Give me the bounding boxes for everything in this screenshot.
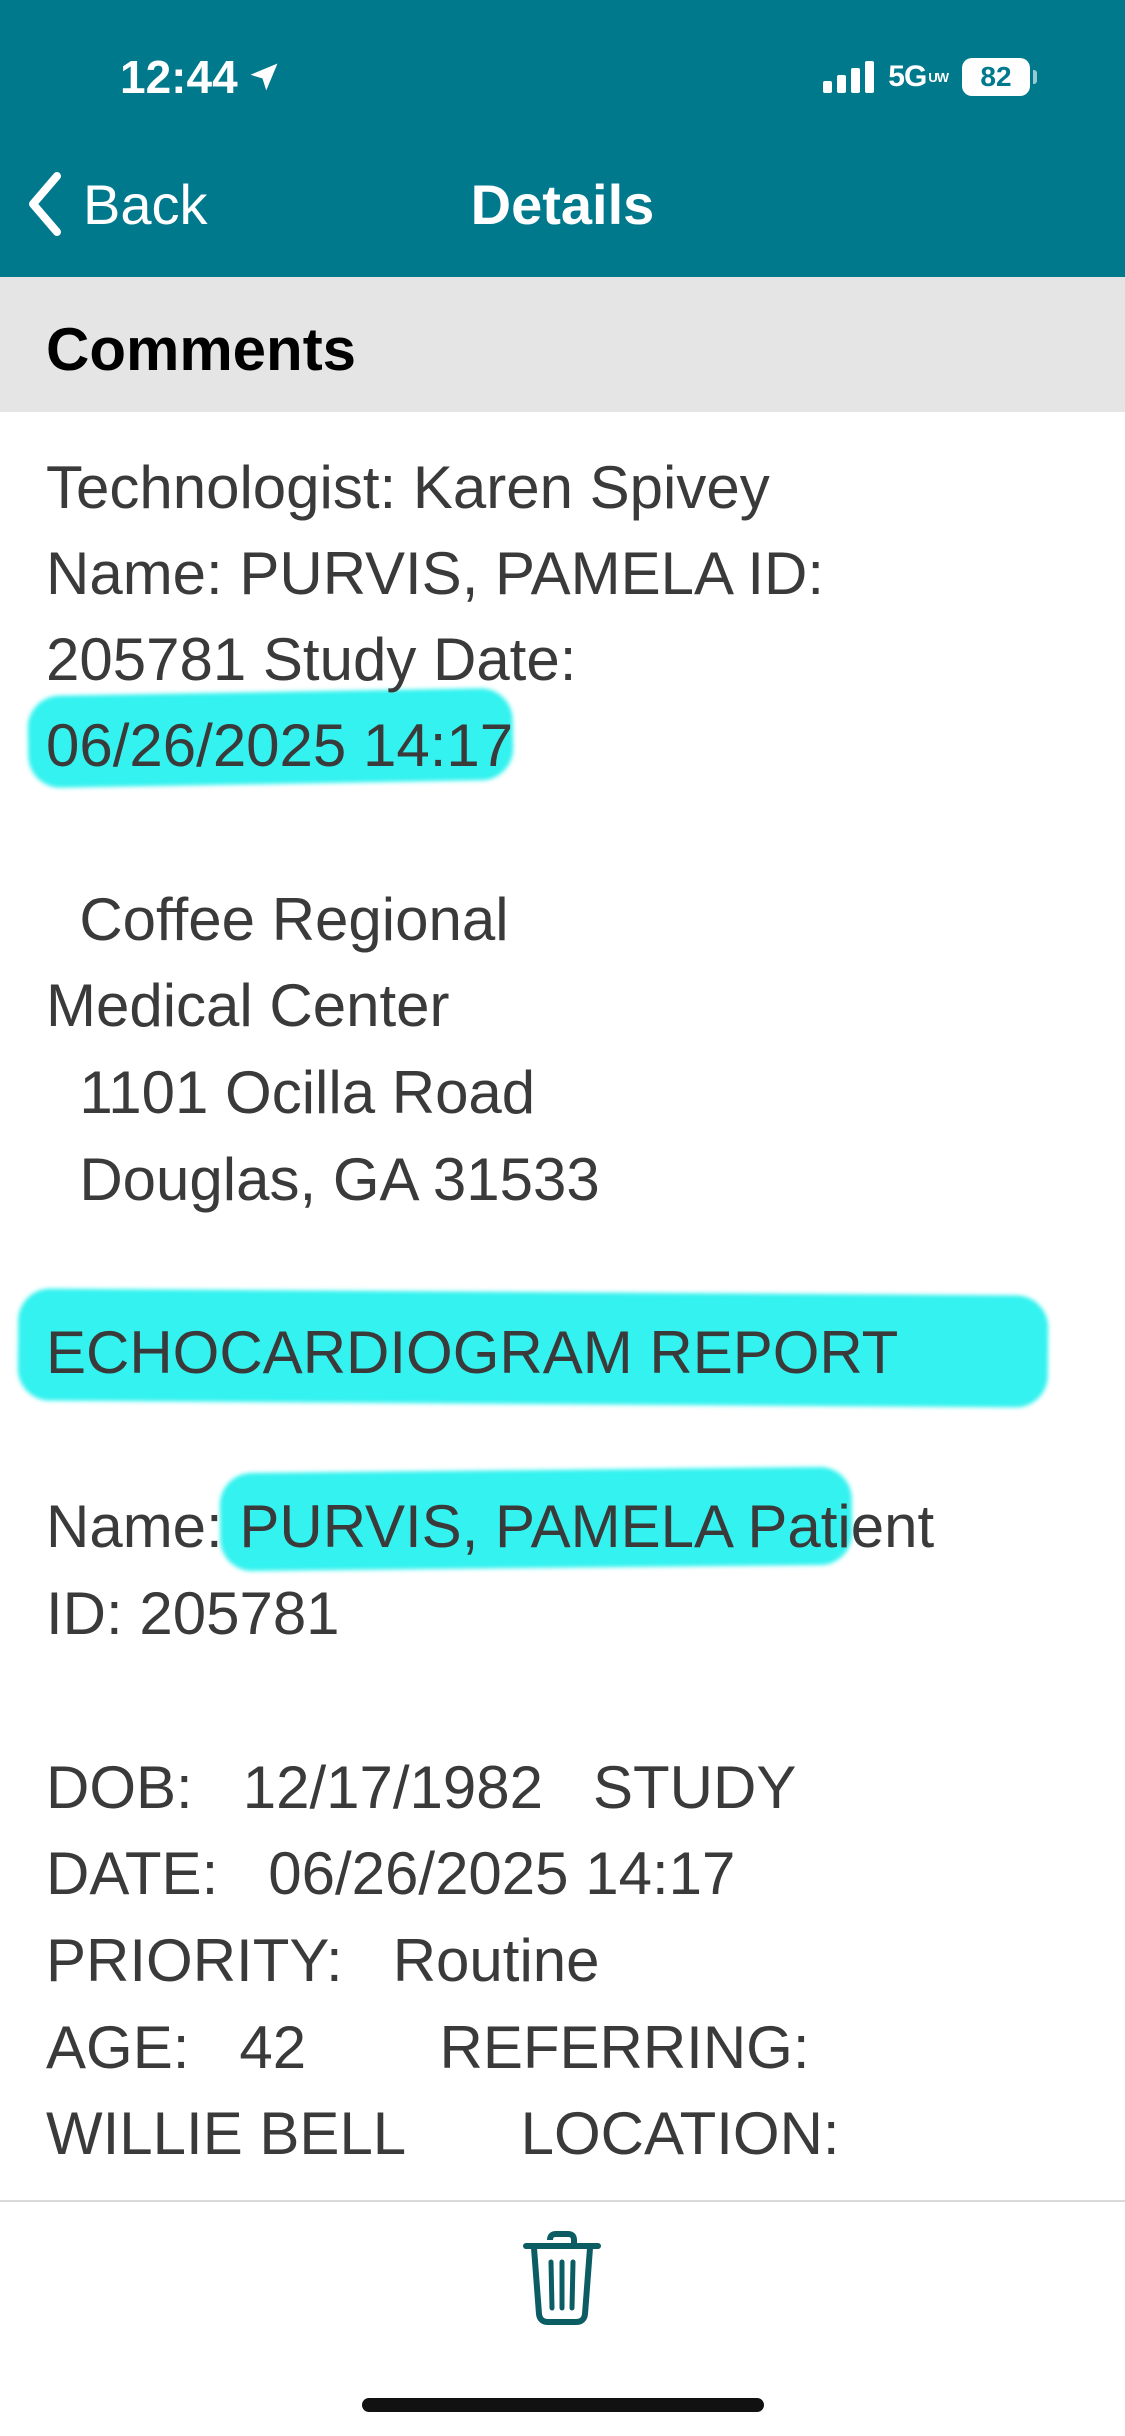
comment-line: AGE: 42 REFERRING:: [46, 2014, 810, 2081]
comment-line: 06/26/2025 14:17: [46, 712, 514, 779]
comment-line: Name: PURVIS, PAMELA ID:: [46, 540, 825, 607]
comment-line: Name: PURVIS, PAMELA Patient: [46, 1493, 935, 1560]
comment-line: Technologist: Karen Spivey: [46, 454, 770, 521]
clock: 12:44: [120, 51, 238, 103]
section-header: Comments: [0, 277, 1125, 412]
back-label: Back: [83, 172, 208, 236]
comment-line: PRIORITY: Routine: [46, 1927, 600, 1994]
navigation-bar: 12:44 5G UW 82 Details Back: [0, 0, 1125, 277]
comment-text[interactable]: Technologist: Karen Spivey Name: PURVIS,…: [0, 412, 1125, 2197]
location-arrow-icon: [250, 63, 278, 91]
network-badge: UW: [928, 69, 949, 85]
comment-line: Coffee Regional: [46, 886, 509, 953]
chevron-left-icon: [29, 172, 61, 236]
trash-icon[interactable]: [520, 2230, 604, 2326]
status-time: 12:44: [120, 50, 282, 104]
network-label: 5G: [888, 60, 927, 93]
comment-line: 205781 Study Date:: [46, 626, 577, 693]
back-button[interactable]: Back: [25, 170, 208, 238]
comment-line: Medical Center: [46, 972, 450, 1039]
battery-level: 82: [980, 61, 1012, 92]
battery-icon: 82: [962, 58, 1037, 96]
comment-line: ECHOCARDIOGRAM REPORT: [46, 1319, 899, 1386]
comment-line: ID: 205781: [46, 1580, 340, 1647]
comment-line: DOB: 12/17/1982 STUDY: [46, 1754, 797, 1821]
section-title: Comments: [46, 316, 357, 383]
toolbar-divider: [0, 2200, 1125, 2202]
cellular-signal-icon: [823, 61, 875, 93]
comment-line: 1101 Ocilla Road: [46, 1059, 536, 1126]
comment-line: WILLIE BELL LOCATION:: [46, 2100, 840, 2167]
status-indicators: 5G UW 82: [823, 58, 1037, 96]
comment-line: DATE: 06/26/2025 14:17: [46, 1840, 736, 1907]
home-indicator[interactable]: [362, 2398, 764, 2412]
network-type: 5G UW: [888, 60, 949, 94]
comment-line: Douglas, GA 31533: [46, 1146, 600, 1213]
